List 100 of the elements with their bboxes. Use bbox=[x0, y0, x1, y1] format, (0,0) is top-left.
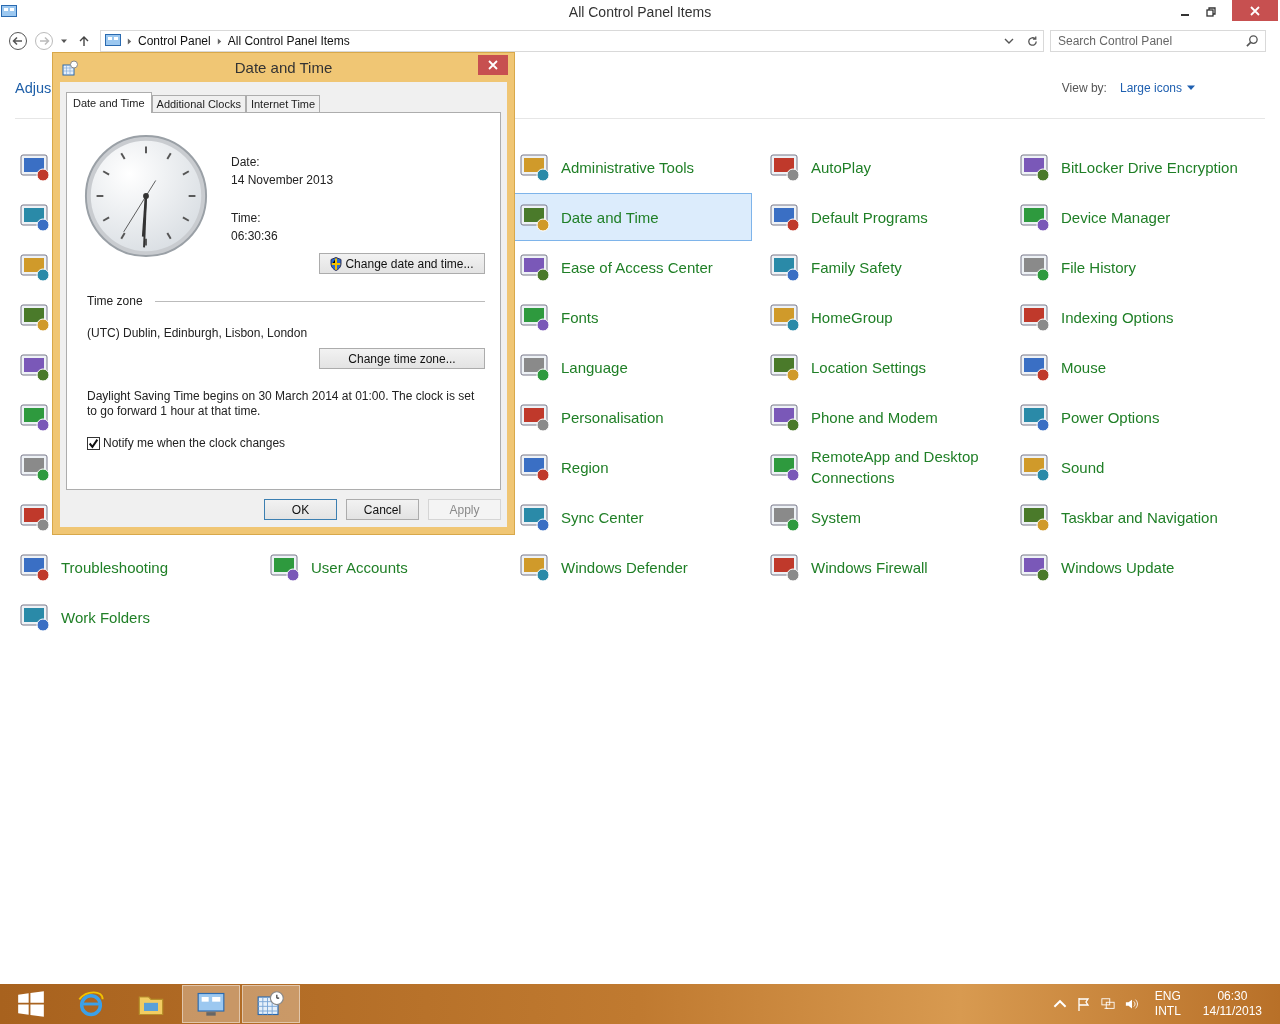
change-time-zone-button[interactable]: Change time zone... bbox=[319, 348, 485, 369]
clock-area[interactable]: 06:30 14/11/2013 bbox=[1202, 989, 1262, 1019]
time-label: Time: bbox=[231, 210, 262, 227]
applet-icon bbox=[769, 551, 801, 583]
applet-item[interactable]: Windows Update bbox=[1010, 543, 1252, 591]
applet-icon[interactable] bbox=[19, 501, 51, 533]
applet-icon[interactable] bbox=[19, 151, 51, 183]
applet-icon bbox=[769, 251, 801, 283]
dialog-button[interactable]: Cancel bbox=[346, 499, 419, 520]
applet-item[interactable]: HomeGroup bbox=[760, 293, 1002, 341]
applet-item[interactable]: Work Folders bbox=[10, 593, 252, 641]
applet-item[interactable]: System bbox=[760, 493, 1002, 541]
applet-item[interactable]: User Accounts bbox=[260, 543, 502, 591]
input-language-indicator[interactable]: ENG INTL bbox=[1154, 989, 1181, 1019]
applet-item[interactable]: File History bbox=[1010, 243, 1252, 291]
applet-icon bbox=[769, 301, 801, 333]
applet-item[interactable]: Windows Defender bbox=[510, 543, 752, 591]
tab[interactable]: Internet Time bbox=[245, 95, 321, 112]
time-zone-value: (UTC) Dublin, Edinburgh, Lisbon, London bbox=[87, 326, 309, 340]
window-title: All Control Panel Items bbox=[568, 4, 712, 20]
applet-icon bbox=[1019, 501, 1051, 533]
applet-icon bbox=[1019, 401, 1051, 433]
applet-item[interactable]: Phone and Modem bbox=[760, 393, 1002, 441]
applet-item[interactable]: Default Programs bbox=[760, 193, 1002, 241]
applet-icon bbox=[19, 601, 51, 633]
checkbox[interactable] bbox=[87, 436, 100, 450]
applet-icon bbox=[1019, 201, 1051, 233]
shield-icon bbox=[330, 256, 343, 271]
refresh-icon[interactable] bbox=[1026, 34, 1039, 48]
applet-icon bbox=[519, 251, 551, 283]
applet-item[interactable]: Language bbox=[510, 343, 752, 391]
applet-item[interactable]: Device Manager bbox=[1010, 193, 1252, 241]
applet-icon bbox=[1019, 451, 1051, 483]
view-by-dropdown[interactable]: Large icons bbox=[1119, 81, 1195, 95]
applet-icon bbox=[519, 201, 551, 233]
applet-item[interactable]: Location Settings bbox=[760, 343, 1002, 391]
tab[interactable]: Additional Clocks bbox=[151, 95, 246, 112]
date-value: 14 November 2013 bbox=[231, 172, 334, 189]
applet-icon bbox=[1019, 551, 1051, 583]
search-field[interactable]: Search Control Panel bbox=[1050, 30, 1266, 52]
clock-time: 06:30 bbox=[1217, 989, 1248, 1004]
applet-item[interactable]: Taskbar and Navigation bbox=[1010, 493, 1252, 541]
applet-icon bbox=[1019, 151, 1051, 183]
network-icon[interactable] bbox=[1100, 997, 1115, 1011]
applet-item[interactable]: Sync Center bbox=[510, 493, 752, 541]
tab[interactable]: Date and Time bbox=[66, 92, 152, 113]
dropdown-caret-icon[interactable] bbox=[60, 37, 68, 45]
close-icon bbox=[488, 60, 498, 70]
breadcrumb[interactable]: Control Panel bbox=[138, 34, 211, 48]
applet-icon[interactable] bbox=[19, 401, 51, 433]
applet-icon bbox=[519, 551, 551, 583]
taskbar-button[interactable] bbox=[182, 985, 240, 1023]
close-icon bbox=[1250, 5, 1260, 16]
applet-item[interactable]: Family Safety bbox=[760, 243, 1002, 291]
applet-item[interactable]: Ease of Access Center bbox=[510, 243, 752, 291]
applet-item[interactable]: Fonts bbox=[510, 293, 752, 341]
applet-item[interactable]: Power Options bbox=[1010, 393, 1252, 441]
applet-icon[interactable] bbox=[19, 301, 51, 333]
applet-item[interactable]: Sound bbox=[1010, 443, 1252, 491]
applet-item[interactable]: Mouse bbox=[1010, 343, 1252, 391]
dialog-button[interactable]: OK bbox=[264, 499, 337, 520]
date-label: Date: bbox=[231, 154, 261, 171]
applet-icon[interactable] bbox=[19, 451, 51, 483]
close-button[interactable] bbox=[478, 55, 508, 75]
applet-icon bbox=[519, 501, 551, 533]
up-arrow-icon[interactable] bbox=[78, 35, 90, 47]
chevron-down-icon[interactable] bbox=[1004, 37, 1014, 45]
chevron-icon bbox=[127, 37, 132, 45]
taskbar-button[interactable] bbox=[242, 985, 300, 1023]
caret-icon bbox=[1187, 85, 1195, 91]
applet-icon[interactable] bbox=[19, 351, 51, 383]
breadcrumb[interactable]: All Control Panel Items bbox=[227, 34, 350, 48]
applet-item[interactable]: Administrative Tools bbox=[510, 143, 752, 191]
applet-item[interactable]: RemoteApp and Desktop Connections bbox=[760, 443, 1002, 491]
speaker-icon[interactable] bbox=[1124, 997, 1139, 1011]
daylight-saving-note: Daylight Saving Time begins on 30 March 2014 at 01:00. The clock is set to go forward 1 hour at that time. bbox=[87, 389, 476, 419]
applet-item[interactable]: BitLocker Drive Encryption bbox=[1010, 143, 1252, 191]
flag-icon[interactable] bbox=[1076, 997, 1091, 1011]
checkbox-label[interactable]: Notify me when the clock changes bbox=[103, 436, 286, 450]
applet-icon bbox=[769, 151, 801, 183]
language-text: ENG bbox=[1154, 989, 1181, 1004]
applet-item[interactable]: Indexing Options bbox=[1010, 293, 1252, 341]
time-zone-heading: Time zone bbox=[87, 294, 143, 308]
applet-item[interactable]: Region bbox=[510, 443, 752, 491]
address-bar[interactable]: Control Panel All Control Panel Items bbox=[100, 30, 1044, 52]
applet-icon bbox=[769, 401, 801, 433]
change-date-time-button[interactable]: Change date and time... bbox=[319, 253, 485, 274]
applet-icon bbox=[1019, 351, 1051, 383]
applet-icon[interactable] bbox=[19, 251, 51, 283]
calendar-clock-icon bbox=[62, 59, 78, 76]
applet-item[interactable]: Troubleshooting bbox=[10, 543, 252, 591]
applet-item[interactable]: AutoPlay bbox=[760, 143, 1002, 191]
applet-item[interactable]: Windows Firewall bbox=[760, 543, 1002, 591]
applet-item[interactable]: Personalisation bbox=[510, 393, 752, 441]
restore-icon[interactable] bbox=[1206, 7, 1216, 17]
close-button[interactable] bbox=[1232, 0, 1278, 21]
applet-icon[interactable] bbox=[19, 201, 51, 233]
back-icon[interactable] bbox=[8, 31, 28, 51]
applet-icon bbox=[769, 201, 801, 233]
applet-icon bbox=[519, 351, 551, 383]
